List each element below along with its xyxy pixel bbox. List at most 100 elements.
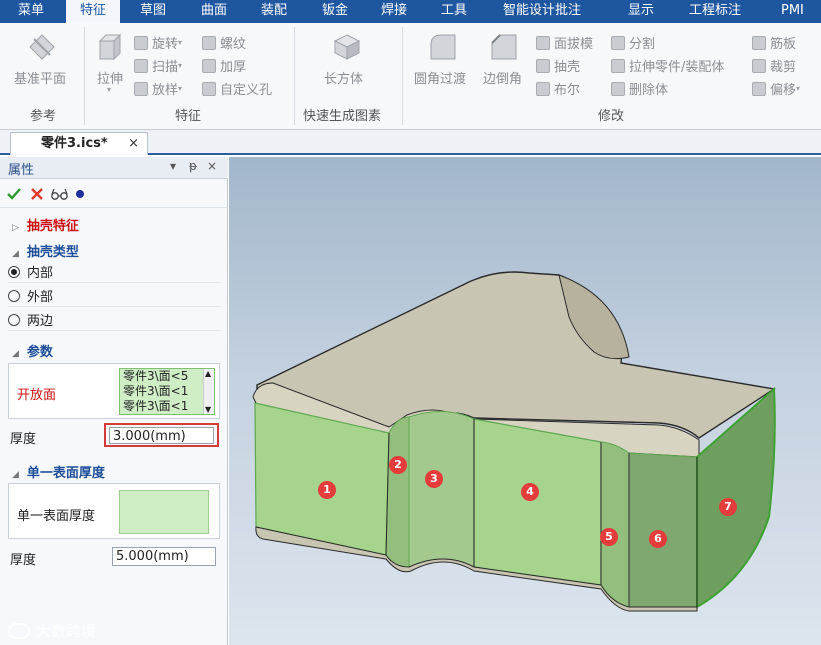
datum-plane-icon[interactable] <box>26 31 58 63</box>
split-button[interactable]: 分割 <box>611 33 655 52</box>
menu-item-surface[interactable]: 曲面 <box>201 0 227 23</box>
thickness-highlight: 3.000(mm) <box>104 423 219 447</box>
draft-icon <box>536 35 550 50</box>
loft-button[interactable]: 放样 ▾ <box>134 79 182 98</box>
ribbon-separator <box>84 27 85 125</box>
params-section[interactable]: ◢ 参数 <box>12 341 53 360</box>
open-face-list[interactable]: 零件3\面<5 零件3\面<1 零件3\面<1 ▲ ▼ <box>119 368 215 415</box>
ribbon-separator <box>294 27 295 125</box>
menu-item-display[interactable]: 显示 <box>628 0 654 23</box>
feature-group-label: 特征 <box>175 109 202 124</box>
loft-icon <box>134 81 148 96</box>
revolve-button[interactable]: 旋转 ▾ <box>134 33 182 52</box>
block-icon[interactable] <box>331 31 363 63</box>
chamfer-icon[interactable] <box>488 31 520 63</box>
radio-button[interactable] <box>8 313 20 326</box>
rib-button[interactable]: 筋板 <box>752 33 796 52</box>
radio-inner[interactable]: 内部 <box>8 262 53 281</box>
shell-button[interactable]: 抽壳 <box>536 56 580 75</box>
menu-item-pmi[interactable]: PMI <box>781 0 804 23</box>
shell-type-section[interactable]: ◢ 抽壳类型 <box>12 241 79 260</box>
custom-hole-icon <box>202 81 216 96</box>
menu-item-smart-design[interactable]: 智能设计批注 <box>503 0 581 23</box>
radio-outer[interactable]: 外部 <box>8 286 53 305</box>
draft-button[interactable]: 面拔模 <box>536 33 593 52</box>
document-tab-strip: 零件3.ics* × <box>0 130 821 155</box>
single-surface-section[interactable]: ◢ 单一表面厚度 <box>12 462 105 481</box>
scroll-up-icon[interactable]: ▲ <box>205 369 211 378</box>
shell-feature-section[interactable]: ▷ 抽壳特征 <box>12 215 79 234</box>
single-surface-list[interactable] <box>119 490 209 534</box>
boolean-button[interactable]: 布尔 <box>536 79 580 98</box>
delete-body-button[interactable]: 删除体 <box>611 79 668 98</box>
sweep-button[interactable]: 扫描 ▾ <box>134 56 182 75</box>
extrude-part-icon <box>611 58 625 73</box>
dot-icon[interactable] <box>76 190 84 198</box>
list-item[interactable]: 零件3\面<1 <box>123 384 188 399</box>
thickness-label: 厚度 <box>10 432 37 447</box>
3d-viewport[interactable]: 1 2 3 4 5 6 7 <box>229 157 821 645</box>
thicken-button[interactable]: 加厚 <box>202 56 246 75</box>
expanded-triangle-icon: ◢ <box>12 249 19 259</box>
menu-bar: 菜单 特征 草图 曲面 装配 钣金 焊接 工具 智能设计批注 显示 工程标注 P… <box>0 0 821 23</box>
modify-group-label: 修改 <box>598 109 625 124</box>
scrollbar[interactable]: ▲ ▼ <box>203 369 214 414</box>
single-thickness-input[interactable]: 5.000(mm) <box>112 547 216 566</box>
document-tab-label: 零件3.ics* <box>41 136 108 151</box>
panel-close-icon[interactable]: × <box>207 159 217 173</box>
custom-hole-button[interactable]: 自定义孔 <box>202 79 272 98</box>
trim-button[interactable]: 裁剪 <box>752 56 796 75</box>
menu-item-tools[interactable]: 工具 <box>441 0 467 23</box>
menu-item-sheetmetal[interactable]: 钣金 <box>322 0 348 23</box>
menu-item-feature[interactable]: 特征 <box>66 0 121 23</box>
trim-icon <box>752 58 766 73</box>
fillet-button[interactable]: 圆角过渡 <box>414 68 466 87</box>
shell-icon <box>536 58 550 73</box>
radio-button[interactable] <box>8 289 20 302</box>
preview-glasses-icon[interactable] <box>51 187 69 201</box>
scroll-down-icon[interactable]: ▼ <box>205 405 211 414</box>
confirm-icon[interactable] <box>7 187 21 201</box>
menu-item-weld[interactable]: 焊接 <box>381 0 407 23</box>
chamfer-button[interactable]: 边倒角 <box>483 68 522 87</box>
watermark-logo-icon <box>8 622 30 639</box>
divider <box>8 306 220 307</box>
expanded-triangle-icon: ◢ <box>12 349 19 359</box>
block-button[interactable]: 长方体 <box>324 68 363 87</box>
close-icon[interactable]: × <box>128 133 139 154</box>
revolve-icon <box>134 35 148 50</box>
fillet-icon[interactable] <box>427 31 459 63</box>
sweep-icon <box>134 58 148 73</box>
thicken-icon <box>202 58 216 73</box>
thickness-input[interactable]: 3.000(mm) <box>109 427 214 444</box>
panel-menu-icon[interactable]: ▾ <box>170 159 176 173</box>
face-marker-1: 1 <box>318 481 336 499</box>
menu-item-sketch[interactable]: 草图 <box>140 0 166 23</box>
split-icon <box>611 35 625 50</box>
list-item[interactable]: 零件3\面<1 <box>123 399 188 414</box>
extrude-part-button[interactable]: 拉伸零件/装配体 <box>611 56 724 75</box>
radio-button[interactable] <box>8 265 20 278</box>
datum-plane-button[interactable]: 基准平面 <box>14 68 66 87</box>
cancel-icon[interactable] <box>30 187 44 201</box>
panel-title: 属性 <box>8 163 35 178</box>
open-face-box: 开放面 零件3\面<5 零件3\面<1 零件3\面<1 ▲ ▼ <box>8 363 220 419</box>
offset-button[interactable]: 偏移 ▾ <box>752 79 800 98</box>
pin-icon[interactable]: ᵽ <box>189 159 197 173</box>
menu-item-menu[interactable]: 菜单 <box>18 0 44 23</box>
menu-item-engineering-annotation[interactable]: 工程标注 <box>689 0 741 23</box>
document-tab[interactable]: 零件3.ics* × <box>10 132 148 155</box>
list-item[interactable]: 零件3\面<5 <box>123 369 188 384</box>
radio-both[interactable]: 两边 <box>8 310 53 329</box>
face-marker-4: 4 <box>521 483 539 501</box>
thread-button[interactable]: 螺纹 <box>202 33 246 52</box>
face-marker-6: 6 <box>649 530 667 548</box>
extrude-icon[interactable] <box>94 31 126 63</box>
menu-item-assembly[interactable]: 装配 <box>261 0 287 23</box>
extrude-dropdown-icon[interactable]: ▾ <box>107 85 111 94</box>
offset-icon <box>752 81 766 96</box>
face-marker-5: 5 <box>600 528 618 546</box>
open-face-label: 开放面 <box>17 388 57 403</box>
part-model[interactable] <box>229 157 821 645</box>
properties-panel: 属性 ▾ ᵽ × ▷ 抽壳特征 ◢ 抽壳类型 内部 外部 两边 ◢ 参数 开放面… <box>0 157 228 645</box>
